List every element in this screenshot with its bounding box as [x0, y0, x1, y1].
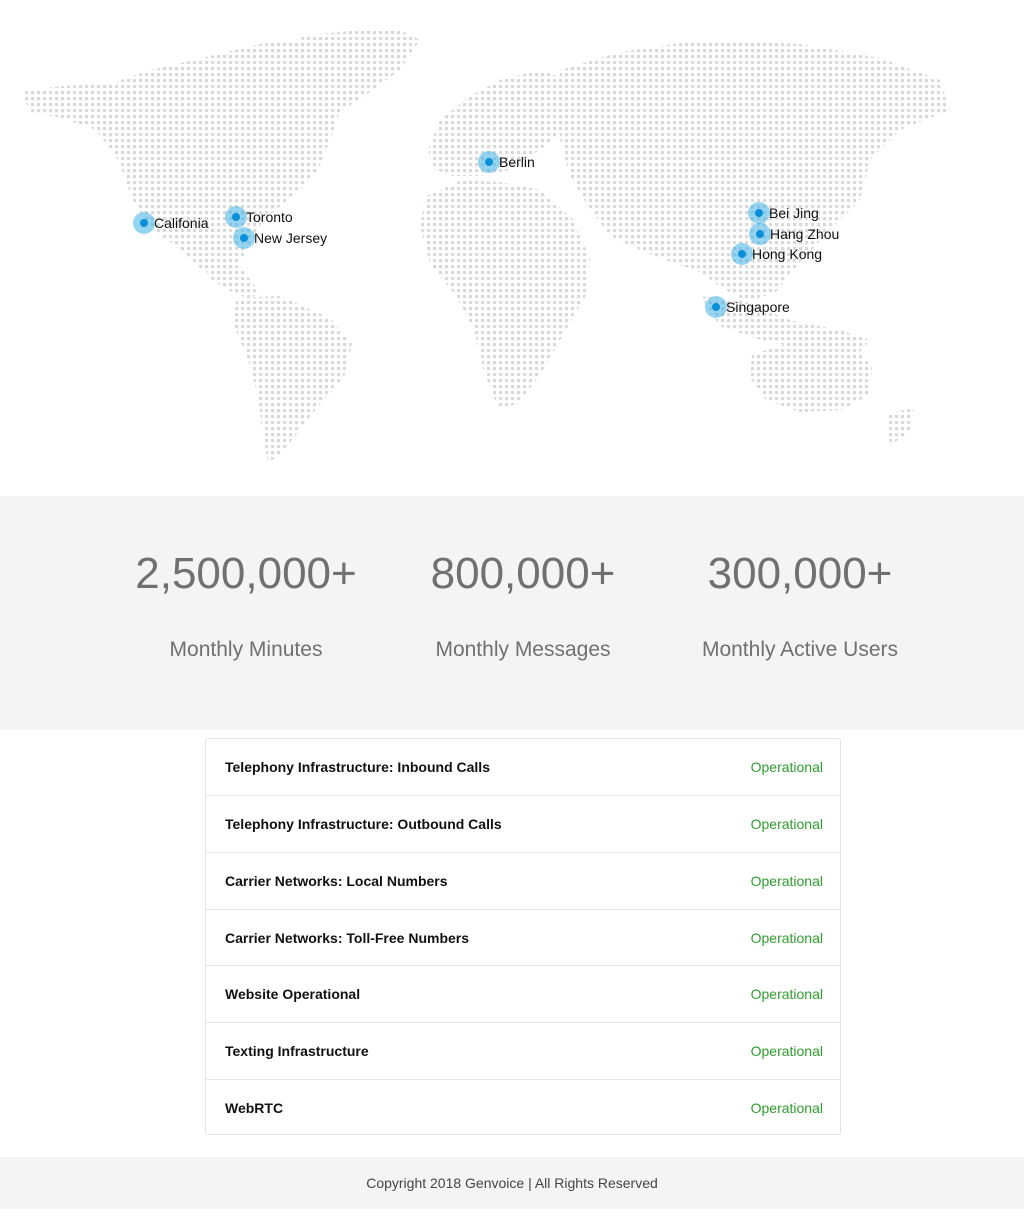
location-label: New Jersey [254, 230, 328, 246]
location-label: Hang Zhou [770, 226, 840, 242]
location-pin-icon [225, 206, 247, 228]
location-marker[interactable]: New Jersey [233, 226, 327, 250]
dotted-world-map [22, 28, 950, 462]
location-marker[interactable]: Berlin [478, 150, 535, 174]
location-pin-icon [748, 202, 770, 224]
stat-value: 800,000+ [430, 549, 616, 598]
stat-label: Monthly Active Users [701, 638, 899, 661]
service-status: Operational [750, 985, 823, 1002]
service-name: Telephony Infrastructure: Outbound Calls [225, 815, 502, 832]
status-row: Carrier Networks: Local Numbers Operatio… [206, 852, 840, 908]
location-pin-icon [731, 243, 753, 265]
location-pin-icon [478, 151, 500, 173]
service-status: Operational [750, 929, 823, 946]
service-name: Telephony Infrastructure: Inbound Calls [225, 759, 490, 775]
location-label: Hong Kong [752, 246, 823, 262]
location-label: Califonia [154, 215, 209, 231]
stat-label: Monthly Messages [435, 638, 611, 661]
service-status: Operational [750, 872, 823, 889]
service-status: Operational [750, 759, 823, 775]
location-marker[interactable]: Califonia [133, 211, 208, 235]
stat-value: 2,500,000+ [135, 549, 357, 598]
service-name: WebRTC [225, 1099, 284, 1116]
location-pin-icon [233, 227, 255, 249]
location-label: Singapore [726, 299, 790, 315]
service-name: Carrier Networks: Local Numbers [225, 872, 448, 889]
location-marker[interactable]: Singapore [705, 295, 790, 319]
service-status: Operational [750, 1099, 823, 1116]
service-status: Operational [750, 1042, 823, 1059]
location-label: Berlin [499, 154, 535, 170]
status-row: Website Operational Operational [206, 965, 840, 1021]
location-pin-icon [705, 296, 727, 318]
location-label: Bei Jing [769, 205, 819, 221]
status-row: Texting Infrastructure Operational [206, 1022, 840, 1078]
page-footer: Copyright 2018 Genvoice | All Rights Res… [0, 1157, 1024, 1209]
status-row: WebRTC Operational [206, 1079, 840, 1135]
copyright-text: Copyright 2018 Genvoice | All Rights Res… [366, 1175, 658, 1191]
service-name: Carrier Networks: Toll-Free Numbers [225, 929, 470, 946]
service-name: Website Operational [225, 985, 361, 1002]
location-marker[interactable]: Hong Kong [731, 242, 822, 266]
world-map-section: Califonia Toronto New Jersey Berlin Bei … [0, 0, 1024, 496]
service-name: Texting Infrastructure [225, 1042, 369, 1059]
status-row: Telephony Infrastructure: Outbound Calls… [206, 795, 840, 851]
stat-label: Monthly Minutes [169, 638, 323, 661]
location-pin-icon [133, 212, 155, 234]
location-label: Toronto [246, 209, 293, 225]
status-row: Carrier Networks: Toll-Free Numbers Oper… [206, 909, 840, 965]
stat-value: 300,000+ [707, 549, 893, 598]
service-status-list: Telephony Infrastructure: Inbound Calls … [205, 738, 841, 1135]
status-row: Telephony Infrastructure: Inbound Calls … [206, 739, 840, 795]
service-status: Operational [750, 815, 823, 832]
stats-section: 2,500,000+ Monthly Minutes 800,000+ Mont… [0, 496, 1024, 730]
